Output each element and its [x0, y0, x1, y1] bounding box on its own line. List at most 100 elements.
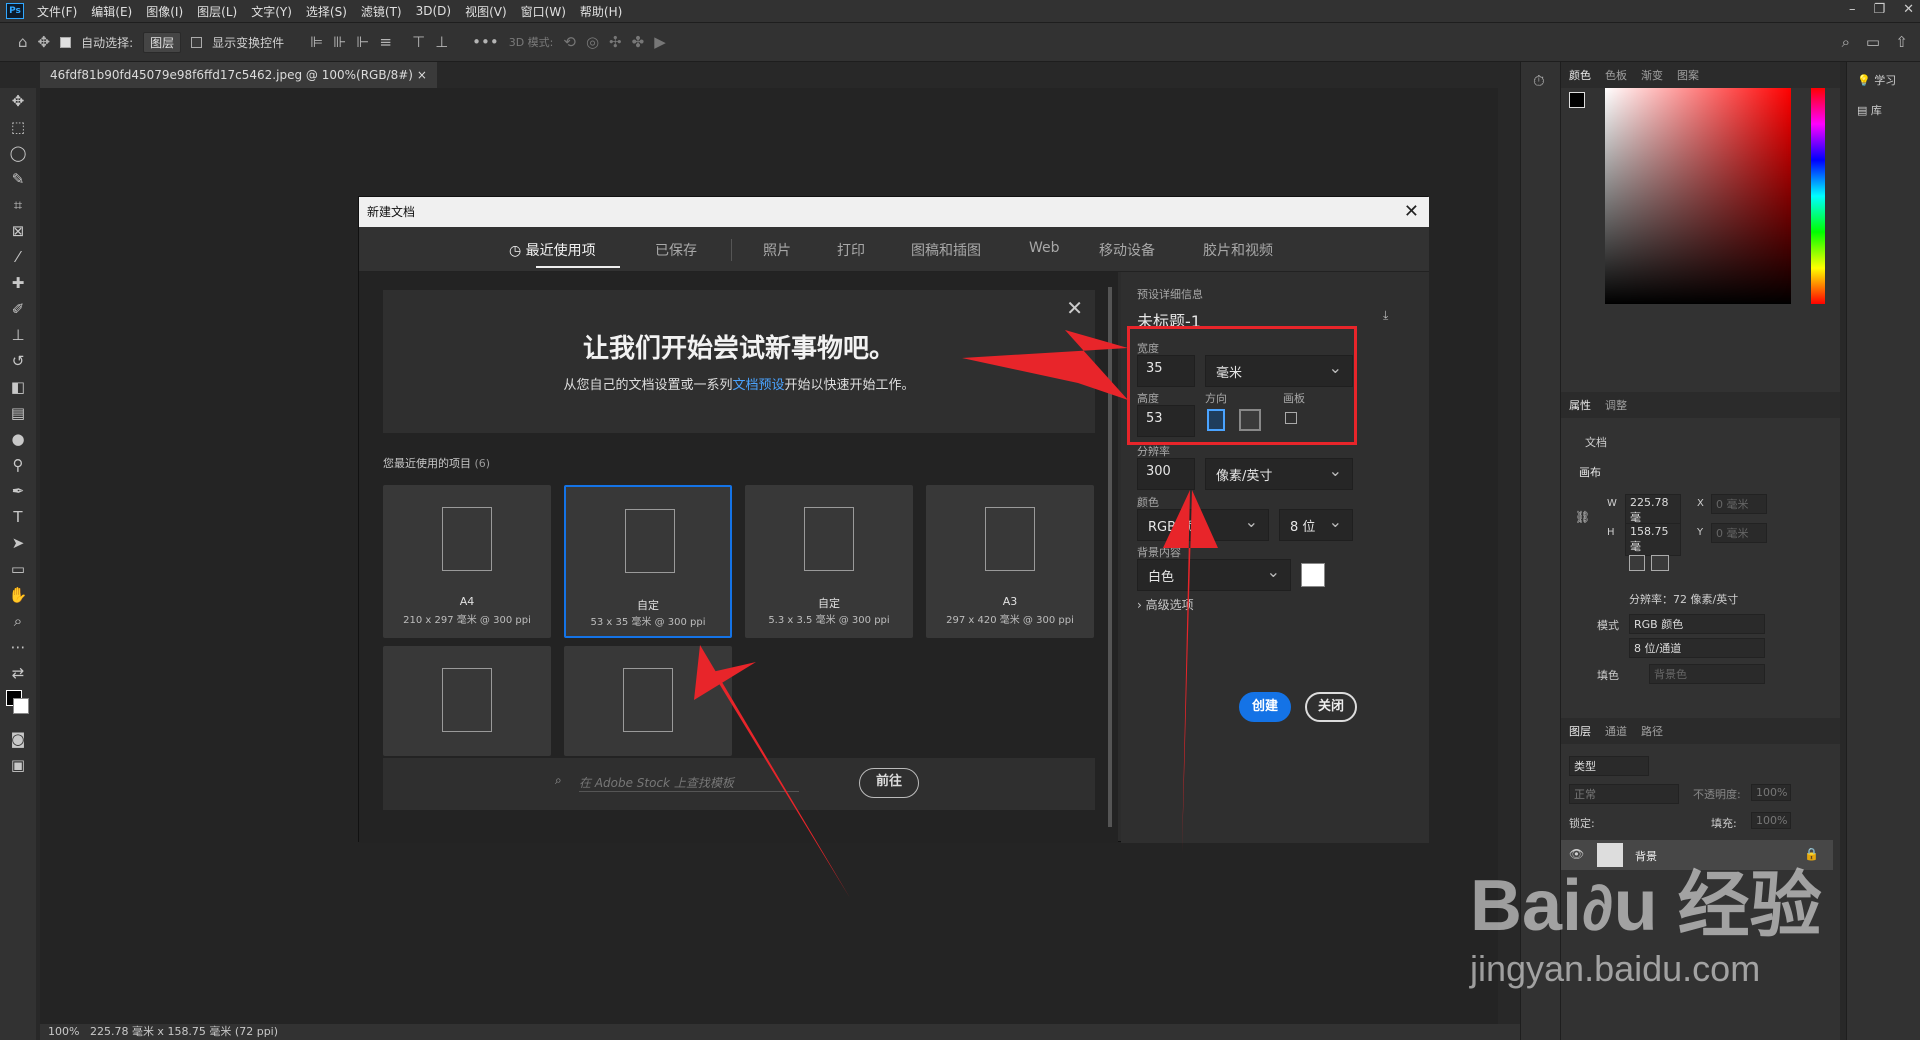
preset-card-a4[interactable]: A4 210 x 297 毫米 @ 300 ppi [383, 485, 551, 638]
minimize-icon[interactable]: – [1849, 2, 1856, 17]
crop-icon[interactable]: ⌗ [0, 192, 36, 218]
hand-icon[interactable]: ✋ [0, 582, 36, 608]
create-button[interactable]: 创建 [1239, 692, 1291, 722]
history-panel-icon[interactable]: ⏱ [1533, 72, 1545, 90]
3d-slide-icon[interactable]: ✤ [632, 33, 645, 51]
healing-icon[interactable]: ✚ [0, 270, 36, 296]
frame-icon[interactable]: ⊠ [0, 218, 36, 244]
quick-select-icon[interactable]: ✎ [0, 166, 36, 192]
library-button[interactable]: ▤ 库 [1857, 102, 1882, 118]
fill-select[interactable]: 背景色 [1649, 664, 1765, 684]
document-tab[interactable]: 46fdf81b90fd45079e98f6ffd17c5462.jpeg @ … [40, 62, 437, 88]
resolution-unit-select[interactable]: 像素/英寸 [1205, 458, 1353, 490]
preset-card-5[interactable] [383, 646, 551, 756]
brush-icon[interactable]: ✐ [0, 296, 36, 322]
align-top-icon[interactable]: ⊤ [412, 33, 425, 51]
stock-search-input[interactable]: 在 Adobe Stock 上查找模板 [579, 774, 799, 792]
menu-layer[interactable]: 图层(L) [190, 3, 244, 20]
rectangle-icon[interactable]: ▭ [0, 556, 36, 582]
tab-channels[interactable]: 通道 [1605, 723, 1627, 739]
workspace-icon[interactable]: ▭ [1866, 33, 1880, 51]
zoom-icon[interactable]: ⌕ [0, 608, 36, 634]
foreground-color-chip[interactable] [1569, 92, 1585, 108]
blend-mode-select[interactable]: 正常 [1569, 784, 1679, 804]
presets-link[interactable]: 文档预设 [732, 378, 784, 393]
resolution-input[interactable]: 300 [1137, 458, 1195, 490]
lasso-icon[interactable]: ◯ [0, 140, 36, 166]
more-tools-icon[interactable]: ⋯ [0, 634, 36, 660]
menu-select[interactable]: 选择(S) [299, 3, 354, 20]
auto-select-dropdown[interactable]: 图层 [143, 31, 182, 53]
tab-mobile[interactable]: 移动设备 [1099, 240, 1155, 260]
link-icon[interactable]: ⛓ [1575, 510, 1590, 524]
banner-close-icon[interactable]: ✕ [1066, 296, 1083, 320]
advanced-options-toggle[interactable]: › 高级选项 [1137, 596, 1194, 613]
menu-file[interactable]: 文件(F) [30, 3, 84, 20]
color-mode-select[interactable]: RGB 颜色 [1137, 509, 1269, 541]
tab-adjustments[interactable]: 调整 [1605, 397, 1627, 413]
background-select[interactable]: 白色 [1137, 559, 1291, 591]
menu-help[interactable]: 帮助(H) [573, 3, 629, 20]
pen-icon[interactable]: ✒ [0, 478, 36, 504]
bits-select[interactable]: 8 位/通道 [1629, 638, 1765, 658]
learn-button[interactable]: 💡 学习 [1857, 72, 1896, 88]
tab-film[interactable]: 胶片和视频 [1203, 240, 1273, 260]
tab-recent[interactable]: ◷ 最近使用项 [509, 240, 596, 260]
quick-mask-icon[interactable]: ◙ [0, 726, 36, 752]
menu-3d[interactable]: 3D(D) [409, 4, 458, 18]
swap-colors-icon[interactable]: ⇄ [0, 660, 36, 686]
3d-orbit-icon[interactable]: ⟲ [563, 33, 576, 51]
move-tool-icon[interactable]: ✥ [38, 33, 51, 51]
tab-layers[interactable]: 图层 [1569, 723, 1591, 739]
close-window-icon[interactable]: ✕ [1903, 2, 1914, 17]
align-left-icon[interactable]: ⊫ [310, 33, 323, 51]
history-brush-icon[interactable]: ↺ [0, 348, 36, 374]
tab-paths[interactable]: 路径 [1641, 723, 1663, 739]
color-picker-field[interactable] [1605, 88, 1791, 304]
align-right-icon[interactable]: ⊩ [356, 33, 369, 51]
tab-swatches[interactable]: 色板 [1605, 67, 1627, 83]
tab-gradients[interactable]: 渐变 [1641, 67, 1663, 83]
visibility-icon[interactable]: 👁 [1569, 847, 1584, 861]
menu-filter[interactable]: 滤镜(T) [354, 3, 409, 20]
menu-image[interactable]: 图像(I) [139, 3, 190, 20]
more-options-icon[interactable]: ••• [472, 33, 499, 51]
align-center-icon[interactable]: ⊪ [333, 33, 346, 51]
3d-pan-icon[interactable]: ✣ [609, 33, 622, 51]
preset-card-a3[interactable]: A3 297 x 420 毫米 @ 300 ppi [926, 485, 1094, 638]
tab-properties[interactable]: 属性 [1569, 397, 1591, 413]
y-field[interactable]: 0 毫米 [1711, 523, 1767, 543]
fill-opacity-field[interactable]: 100% [1751, 812, 1791, 829]
menu-edit[interactable]: 编辑(E) [84, 3, 139, 20]
layer-kind-filter[interactable]: 类型 [1569, 756, 1649, 776]
go-button[interactable]: 前往 [859, 768, 919, 798]
eyedropper-icon[interactable]: ⁄ [0, 244, 36, 270]
save-preset-icon[interactable]: ⤓ [1383, 308, 1388, 323]
dialog-scrollbar[interactable] [1108, 287, 1112, 827]
type-icon[interactable]: T [0, 504, 36, 530]
stamp-icon[interactable]: ⊥ [0, 322, 36, 348]
tab-web[interactable]: Web [1029, 240, 1060, 256]
close-tab-icon[interactable]: × [417, 68, 427, 82]
dodge-icon[interactable]: ⚲ [0, 452, 36, 478]
path-select-icon[interactable]: ➤ [0, 530, 36, 556]
tab-patterns[interactable]: 图案 [1677, 67, 1699, 83]
distribute-icon[interactable]: ≡ [379, 33, 392, 51]
eraser-icon[interactable]: ◧ [0, 374, 36, 400]
restore-icon[interactable]: ❐ [1873, 2, 1885, 17]
tab-saved[interactable]: 已保存 [655, 240, 697, 260]
tab-color[interactable]: 颜色 [1569, 67, 1591, 83]
landscape-icon[interactable] [1651, 555, 1669, 571]
preset-card-custom-2[interactable]: 自定 5.3 x 3.5 毫米 @ 300 ppi [745, 485, 913, 638]
tab-art[interactable]: 图稿和插图 [911, 240, 981, 260]
align-middle-icon[interactable]: ⊥ [435, 33, 448, 51]
close-button[interactable]: 关闭 [1305, 692, 1357, 722]
preset-card-custom-selected[interactable]: 自定 53 x 35 毫米 @ 300 ppi [564, 485, 732, 638]
3d-roll-icon[interactable]: ◎ [586, 33, 599, 51]
menu-window[interactable]: 窗口(W) [514, 3, 573, 20]
height-field[interactable]: 158.75 毫 [1625, 523, 1681, 556]
color-swatches[interactable] [0, 686, 36, 726]
menu-view[interactable]: 视图(V) [458, 3, 514, 20]
hue-slider[interactable] [1811, 88, 1825, 304]
screen-mode-icon[interactable]: ▣ [0, 752, 36, 778]
